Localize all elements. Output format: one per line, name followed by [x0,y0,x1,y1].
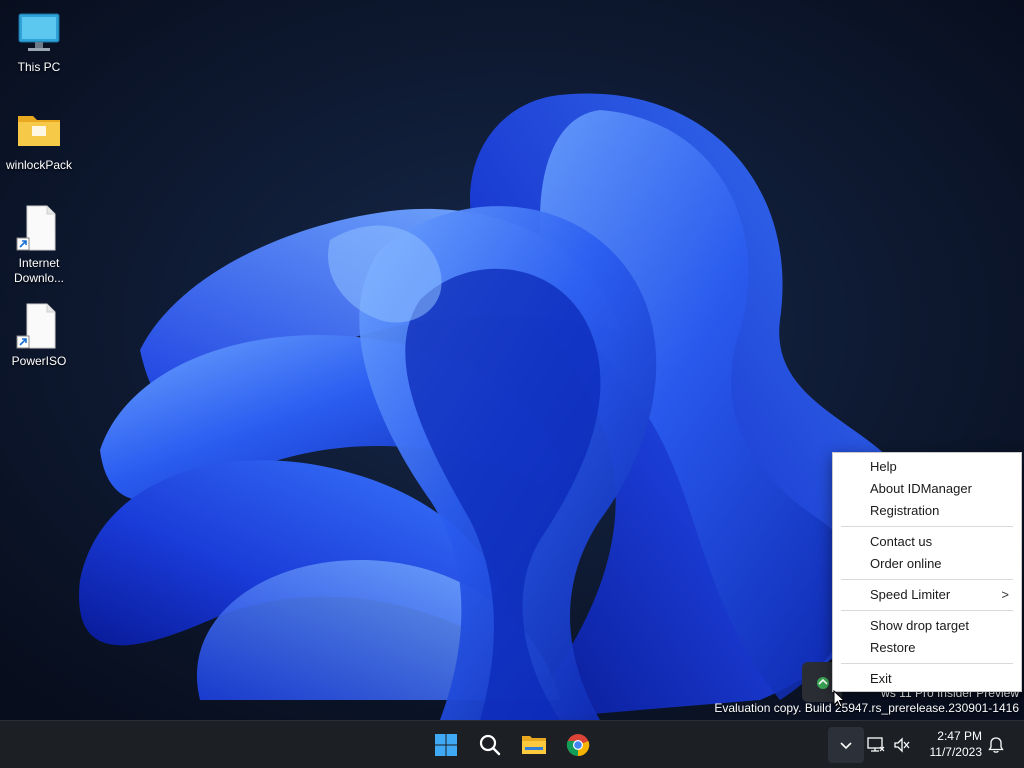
search-icon [479,734,501,756]
bell-icon [988,737,1004,753]
network-button[interactable] [864,727,888,763]
menu-item-contact-us[interactable]: Contact us [833,531,1021,553]
chevron-up-icon [840,742,852,750]
desktop-icon-label: winlockPack [5,158,73,172]
menu-item-about[interactable]: About IDManager [833,478,1021,500]
shortcut-file-icon [15,204,63,252]
clock-date: 11/7/2023 [929,745,983,759]
desktop-icon-label: PowerISO [11,354,67,368]
menu-item-help[interactable]: Help [833,456,1021,478]
menu-separator [841,663,1013,664]
volume-muted-icon [894,737,910,753]
menu-separator [841,579,1013,580]
desktop-icon-internet-download-manager[interactable]: Internet Downlo... [1,204,77,286]
menu-item-order-online[interactable]: Order online [833,553,1021,575]
desktop-icon-label: This PC [17,60,61,74]
menu-item-registration[interactable]: Registration [833,500,1021,522]
taskbar: 2:47 PM 11/7/2023 [0,720,1024,768]
clock[interactable]: 2:47 PM 11/7/2023 [930,728,983,760]
desktop-icon-winlockpack[interactable]: winlockPack [1,106,77,173]
folder-icon [15,106,63,154]
windows-start-icon [435,734,457,756]
network-icon [867,737,885,752]
tray-overflow-button[interactable] [828,727,864,763]
search-button[interactable] [472,727,508,763]
chrome-icon [566,734,590,757]
desktop-icon-label: Internet Downlo... [13,256,65,285]
menu-separator [841,610,1013,611]
menu-item-restore[interactable]: Restore [833,637,1021,659]
idm-context-menu: Help About IDManager Registration Contac… [832,452,1022,692]
chrome-button[interactable] [560,727,596,763]
menu-item-exit[interactable]: Exit [833,668,1021,690]
monitor-icon [15,8,63,56]
volume-button[interactable] [890,727,914,763]
menu-item-label: Speed Limiter [870,587,951,602]
notifications-button[interactable] [984,727,1008,763]
desktop-icon-poweriso[interactable]: PowerISO [1,302,77,369]
start-button[interactable] [428,727,464,763]
idm-tray-icon[interactable] [816,675,830,689]
file-explorer-button[interactable] [516,727,552,763]
menu-item-speed-limiter[interactable]: Speed Limiter > [833,584,1021,606]
menu-item-show-drop-target[interactable]: Show drop target [833,615,1021,637]
menu-separator [841,526,1013,527]
clock-time: 2:47 PM [937,729,982,743]
shortcut-file-icon [15,302,63,350]
desktop-icon-this-pc[interactable]: This PC [1,8,77,75]
watermark-build: Evaluation copy. Build 25947.rs_prerelea… [714,701,1019,715]
chevron-right-icon: > [1001,587,1009,602]
mouse-cursor [833,689,846,708]
file-explorer-icon [522,736,546,754]
